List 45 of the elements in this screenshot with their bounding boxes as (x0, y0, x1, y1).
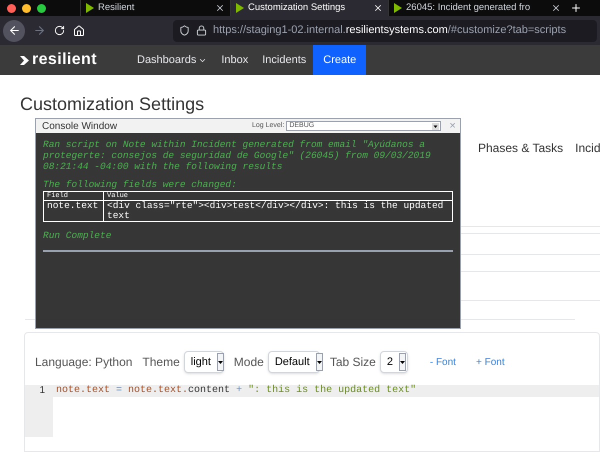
create-button[interactable]: Create (313, 45, 366, 75)
select-field[interactable]: light (184, 351, 224, 373)
nav-menu-item[interactable]: Incidents (255, 45, 314, 75)
language-label: Language: Python (35, 354, 132, 371)
reload-icon[interactable] (54, 25, 65, 36)
nav-menu-item[interactable]: Inbox (214, 45, 256, 75)
nav-menu-item[interactable]: Dashboards (130, 45, 214, 75)
settings-tab[interactable]: Phases & Tasks (478, 139, 564, 157)
line-number: 1 (38, 385, 46, 397)
leaf-icon (236, 3, 244, 13)
font-size-button[interactable]: + Font (476, 354, 505, 370)
dropdown-icon (432, 122, 440, 130)
back-button[interactable] (3, 20, 25, 42)
table-cell: <div class="rte"><div>test</div></div>: this is the updated text (104, 200, 452, 222)
page-title: Customization Settings (20, 93, 206, 116)
console-message: Ran script on Note within Incident generated from email "Ayúdanos a protegerte: consejos de seguridad de Google" (26045) from 09/03/2019 08:21:44 -04:00 with the following results (43, 139, 432, 172)
back-arrow-icon (8, 24, 20, 37)
new-tab-icon[interactable] (570, 2, 582, 14)
dropdown-icon (216, 353, 224, 371)
close-icon[interactable] (215, 3, 225, 13)
leaf-icon (86, 3, 94, 13)
console-heading: The following fields were changed: (43, 179, 238, 190)
control-label: Theme (142, 354, 180, 371)
browser-tab[interactable]: Customization Settings (230, 0, 388, 16)
close-icon[interactable] (551, 3, 561, 13)
logo-icon (20, 56, 29, 64)
dropdown-icon (316, 353, 323, 371)
home-icon[interactable] (73, 24, 85, 36)
dropdown-icon (398, 353, 406, 371)
font-size-button[interactable]: - Font (430, 354, 456, 370)
forward-icon[interactable] (33, 24, 46, 37)
select-field[interactable]: Default (268, 351, 320, 373)
url-field[interactable]: https://staging1-02.internal.resilientsystems.com/#customize?tab=scripts (173, 20, 597, 42)
console-title: Console Window (42, 120, 118, 134)
close-icon[interactable] (373, 3, 383, 13)
logo[interactable]: resilient (32, 48, 97, 72)
leaf-icon (394, 3, 402, 13)
select-field[interactable]: 2 (380, 351, 408, 373)
table-cell: note.text (44, 200, 104, 222)
shield-icon (179, 25, 190, 36)
control-label: Tab Size (330, 354, 376, 371)
control-label: Mode (234, 354, 264, 371)
lock-icon (196, 25, 207, 36)
settings-tab[interactable]: Incid (575, 139, 600, 157)
console-footer: Run Complete (43, 230, 453, 241)
